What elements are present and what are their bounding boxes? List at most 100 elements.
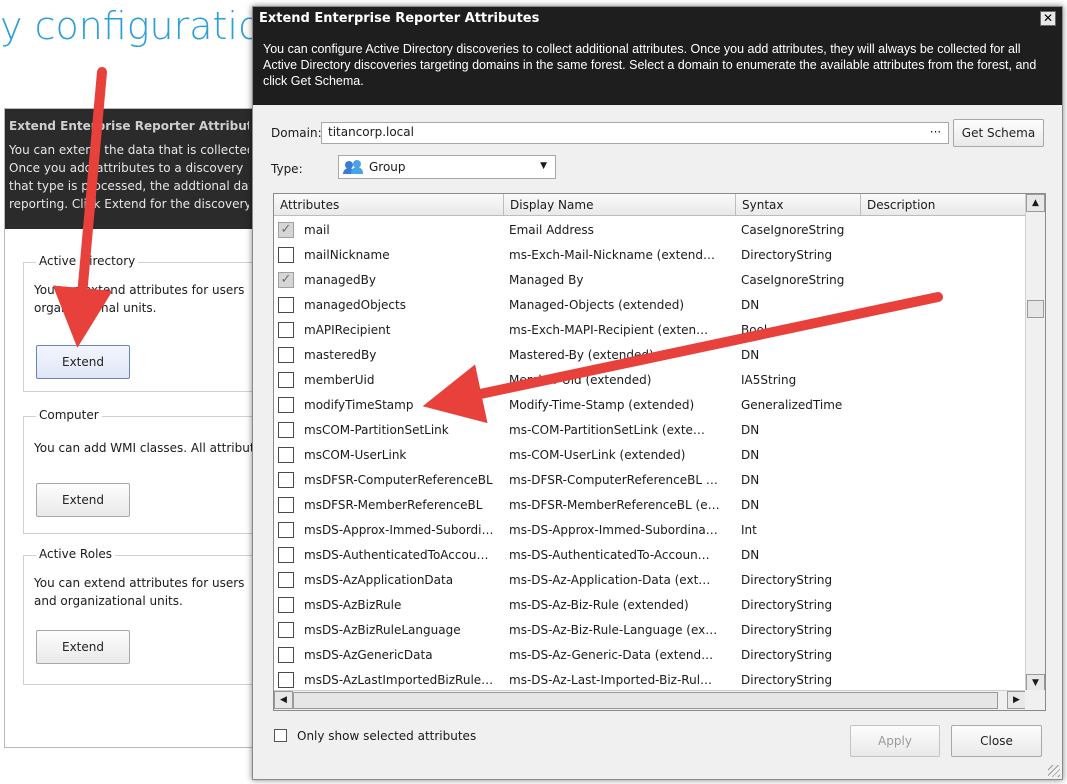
horizontal-scrollbar[interactable]: ◀ ▶	[274, 690, 1026, 710]
vertical-scrollbar[interactable]: ▲ ▼	[1025, 194, 1045, 692]
attribute-cell: mail	[274, 221, 503, 238]
attribute-cell: msDS-AzBizRuleLanguage	[274, 621, 503, 638]
attribute-checkbox[interactable]	[278, 296, 294, 313]
column-header-attributes[interactable]: Attributes	[274, 194, 504, 216]
table-row[interactable]: msDFSR-MemberReferenceBL ms-DFSR-MemberRe…	[274, 492, 1026, 517]
only-selected-label: Only show selected attributes	[297, 729, 477, 743]
attribute-name: msDS-AzLastImportedBizRule…	[304, 672, 494, 687]
syntax-cell: DN	[741, 497, 760, 512]
attribute-checkbox[interactable]	[278, 446, 294, 463]
attribute-checkbox[interactable]	[278, 571, 294, 588]
table-row[interactable]: msDS-AzBizRule ms-DS-Az-Biz-Rule (extende…	[274, 592, 1026, 617]
scrollbar-thumb[interactable]	[293, 692, 998, 709]
attribute-name: msDFSR-ComputerReferenceBL	[304, 472, 493, 487]
attribute-checkbox[interactable]	[278, 621, 294, 638]
display-name-cell: Managed By	[509, 272, 584, 287]
domain-field[interactable]: titancorp.local	[321, 122, 949, 144]
table-row[interactable]: memberUid Member-Uid (extended) IA5String	[274, 367, 1026, 392]
type-label: Type:	[271, 162, 303, 176]
attribute-cell: msCOM-UserLink	[274, 446, 503, 463]
attribute-checkbox[interactable]	[278, 271, 294, 288]
group-text: organizational units.	[34, 301, 157, 315]
attribute-name: msDS-AzBizRuleLanguage	[304, 622, 461, 637]
column-header-syntax[interactable]: Syntax	[736, 194, 861, 216]
group-label: Computer	[36, 408, 102, 422]
display-name-cell: Member-Uid (extended)	[509, 372, 652, 387]
attribute-cell: msDFSR-ComputerReferenceBL	[274, 471, 503, 488]
attribute-cell: mAPIRecipient	[274, 321, 503, 338]
table-row[interactable]: msCOM-UserLink ms-COM-UserLink (extended)…	[274, 442, 1026, 467]
table-row[interactable]: masteredBy Mastered-By (extended) DN	[274, 342, 1026, 367]
table-row[interactable]: modifyTimeStamp Modify-Time-Stamp (extend…	[274, 392, 1026, 417]
display-name-cell: ms-Exch-MAPI-Recipient (exten…	[509, 322, 709, 337]
attribute-checkbox[interactable]	[278, 221, 294, 238]
display-name-cell: ms-DS-AuthenticatedTo-Accoun…	[509, 547, 710, 562]
attribute-cell: msDS-Approx-Immed-Subordi…	[274, 521, 503, 538]
domain-label: Domain:	[271, 126, 322, 140]
table-row[interactable]: msDS-AzApplicationData ms-DS-Az-Applicati…	[274, 567, 1026, 592]
display-name-cell: ms-DS-Az-Biz-Rule-Language (ex…	[509, 622, 718, 637]
resize-grip-icon[interactable]	[1048, 765, 1060, 777]
table-row[interactable]: mail Email Address CaseIgnoreString	[274, 217, 1026, 242]
attribute-checkbox[interactable]	[278, 396, 294, 413]
attribute-checkbox[interactable]	[278, 646, 294, 663]
attribute-cell: msDS-AzLastImportedBizRule…	[274, 671, 503, 688]
close-icon[interactable]: ✕	[1040, 11, 1056, 26]
scroll-right-icon[interactable]: ▶	[1007, 691, 1026, 709]
syntax-cell: DN	[741, 472, 760, 487]
display-name-cell: ms-Exch-Mail-Nickname (extend…	[509, 247, 715, 262]
browse-domain-button[interactable]: ···	[923, 123, 948, 143]
table-row[interactable]: msDS-AzLastImportedBizRule… ms-DS-Az-Last…	[274, 667, 1026, 692]
background-panel: Extend Enterprise Reporter Attributes Yo…	[4, 108, 256, 748]
syntax-cell: CaseIgnoreString	[741, 222, 845, 237]
table-row[interactable]: msDFSR-ComputerReferenceBL ms-DFSR-Comput…	[274, 467, 1026, 492]
table-row[interactable]: msDS-AzBizRuleLanguage ms-DS-Az-Biz-Rule-…	[274, 617, 1026, 642]
display-name-cell: Email Address	[509, 222, 594, 237]
attribute-checkbox[interactable]	[278, 521, 294, 538]
syntax-cell: DirectoryString	[741, 647, 833, 662]
grid-body: mail Email Address CaseIgnoreString mailNic…	[274, 217, 1026, 692]
extend-active-roles-button[interactable]: Extend	[36, 630, 130, 664]
type-select[interactable]: Group ▼	[338, 155, 556, 179]
column-header-display-name[interactable]: Display Name	[504, 194, 736, 216]
attribute-name: managedObjects	[304, 297, 406, 312]
panel-desc-line: reporting. Click Extend for the discover…	[9, 197, 249, 211]
table-row[interactable]: msDS-AuthenticatedToAccou… ms-DS-Authenti…	[274, 542, 1026, 567]
extend-computer-button[interactable]: Extend	[36, 483, 130, 517]
attribute-checkbox[interactable]	[278, 546, 294, 563]
apply-button[interactable]: Apply	[850, 725, 940, 757]
scrollbar-thumb[interactable]	[1027, 300, 1044, 318]
only-selected-checkbox[interactable]	[274, 729, 287, 742]
scroll-left-icon[interactable]: ◀	[274, 691, 293, 709]
panel-desc-line: You can extend the data that is collecte…	[9, 143, 249, 157]
attribute-name: msDS-AzGenericData	[304, 647, 433, 662]
chevron-down-icon: ▼	[540, 161, 547, 171]
attribute-checkbox[interactable]	[278, 496, 294, 513]
get-schema-button[interactable]: Get Schema	[953, 119, 1044, 147]
attribute-name: masteredBy	[304, 347, 377, 362]
attribute-checkbox[interactable]	[278, 346, 294, 363]
scroll-up-icon[interactable]: ▲	[1026, 194, 1045, 212]
attribute-name: mailNickname	[304, 247, 390, 262]
display-name-cell: ms-DS-Az-Last-Imported-Biz-Rul…	[509, 672, 713, 687]
table-row[interactable]: managedObjects Managed-Objects (extended)…	[274, 292, 1026, 317]
syntax-cell: DN	[741, 422, 760, 437]
extend-ad-button[interactable]: Extend	[36, 345, 130, 379]
display-name-cell: ms-DS-Az-Generic-Data (extend…	[509, 647, 714, 662]
attribute-checkbox[interactable]	[278, 371, 294, 388]
attribute-checkbox[interactable]	[278, 671, 294, 688]
table-row[interactable]: msDS-Approx-Immed-Subordi… ms-DS-Approx-I…	[274, 517, 1026, 542]
attribute-checkbox[interactable]	[278, 471, 294, 488]
column-header-description[interactable]: Description	[861, 194, 1026, 216]
table-row[interactable]: msCOM-PartitionSetLink ms-COM-PartitionSe…	[274, 417, 1026, 442]
table-row[interactable]: msDS-AzGenericData ms-DS-Az-Generic-Data …	[274, 642, 1026, 667]
table-row[interactable]: mAPIRecipient ms-Exch-MAPI-Recipient (ext…	[274, 317, 1026, 342]
attribute-checkbox[interactable]	[278, 321, 294, 338]
close-button[interactable]: Close	[951, 725, 1042, 757]
table-row[interactable]: managedBy Managed By CaseIgnoreString	[274, 267, 1026, 292]
table-row[interactable]: mailNickname ms-Exch-Mail-Nickname (exten…	[274, 242, 1026, 267]
attribute-checkbox[interactable]	[278, 246, 294, 263]
attribute-checkbox[interactable]	[278, 596, 294, 613]
group-text: and organizational units.	[34, 594, 183, 608]
attribute-checkbox[interactable]	[278, 421, 294, 438]
